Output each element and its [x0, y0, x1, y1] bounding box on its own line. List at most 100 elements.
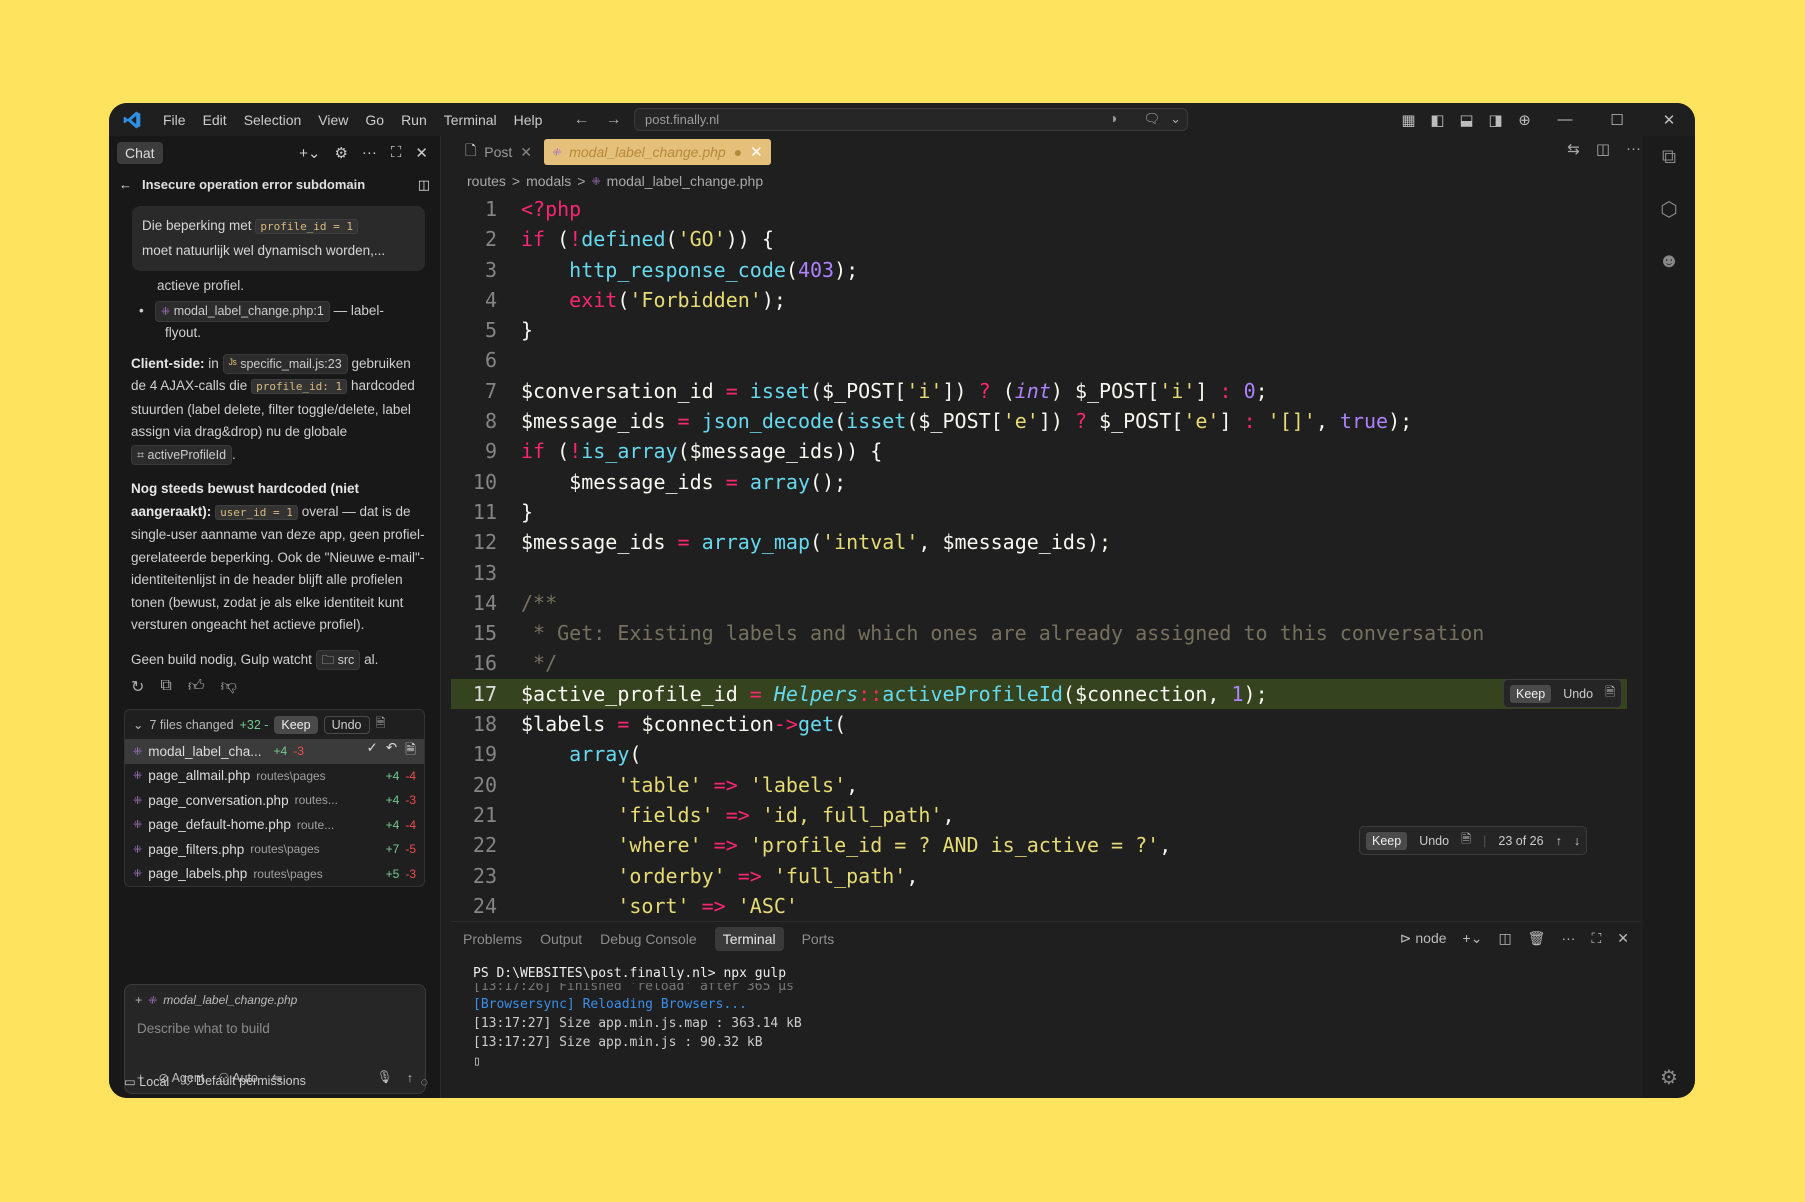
agent-icon[interactable]: ☻: [1658, 250, 1679, 273]
diff-icon[interactable]: 🗎: [1461, 830, 1471, 851]
close-chat-icon[interactable]: ✕: [415, 144, 428, 162]
file-row[interactable]: ⁜ page_conversation.php routes... +4 -3: [125, 788, 424, 813]
breadcrumb-item[interactable]: modals: [526, 173, 571, 189]
window-controls: ▦ ◧ ⬓ ◨ ⊕ — ☐ ✕: [1394, 103, 1695, 136]
globe-icon[interactable]: ⊕: [1510, 111, 1539, 129]
file-row[interactable]: ⁜ page_labels.php routes\pages +5 -3: [125, 862, 424, 887]
tab-post[interactable]: 🗋 Post ✕: [457, 139, 540, 165]
message-actions: ↻ ⧉ 👍︎ 👎︎: [109, 671, 440, 703]
undo-icon[interactable]: ↶: [386, 740, 397, 763]
back-icon[interactable]: ←: [119, 177, 132, 192]
next-change-icon[interactable]: ↓: [1574, 834, 1580, 848]
js-file-reference[interactable]: ᴶˢ specific_mail.js:23: [222, 353, 348, 374]
close-tab-icon[interactable]: ✕: [750, 143, 763, 161]
folder-reference[interactable]: 🗀 src: [315, 649, 361, 670]
back-arrow-icon[interactable]: ←: [573, 111, 589, 129]
chat-tab[interactable]: Chat: [117, 141, 163, 164]
thumbs-up-icon[interactable]: 👍︎: [188, 677, 205, 697]
maximize-panel-icon[interactable]: ⛶: [1591, 930, 1601, 947]
close-panel-icon[interactable]: ✕: [1617, 930, 1629, 947]
chat-toggle-icon[interactable]: 🗨: [1144, 111, 1161, 127]
minimize-icon[interactable]: —: [1539, 111, 1591, 128]
breadcrumb-item[interactable]: routes: [467, 173, 506, 189]
layout-customize-icon[interactable]: ▦: [1394, 111, 1423, 129]
tab-output[interactable]: Output: [540, 931, 582, 947]
manage-gear-icon[interactable]: ⚙: [1660, 1065, 1678, 1090]
menu-edit[interactable]: Edit: [203, 112, 227, 128]
tab-ports[interactable]: Ports: [802, 931, 835, 947]
chat-header: Chat +⌄ ⚙ ··· ⛶ ✕: [109, 136, 440, 169]
menu-run[interactable]: Run: [401, 112, 427, 128]
keep-change-button[interactable]: Keep: [1510, 684, 1552, 703]
file-row[interactable]: ⁜ page_filters.php routes\pages +7 -5: [125, 837, 424, 862]
more-icon[interactable]: ···: [362, 144, 377, 162]
prev-change-icon[interactable]: ↑: [1556, 834, 1562, 848]
new-terminal-icon[interactable]: +⌄: [1463, 930, 1483, 947]
breadcrumb-item[interactable]: modal_label_change.php: [607, 173, 763, 189]
check-icon[interactable]: ✓: [367, 740, 378, 763]
collapse-chevron-icon[interactable]: ⌄: [133, 717, 143, 732]
tab-terminal[interactable]: Terminal: [714, 927, 784, 951]
menu-view[interactable]: View: [318, 112, 348, 128]
toggle-panel-icon[interactable]: ⬓: [1452, 111, 1481, 129]
trash-icon[interactable]: 🗑︎: [1528, 930, 1546, 947]
undo-file-button[interactable]: Undo: [1419, 834, 1449, 848]
permissions-toggle[interactable]: ⛉ Default permissions: [183, 1074, 306, 1089]
tab-debug-console[interactable]: Debug Console: [600, 931, 697, 947]
editor-more-icon[interactable]: ···: [1626, 140, 1641, 158]
diff-icon[interactable]: 🗎: [376, 714, 386, 735]
menu-help[interactable]: Help: [514, 112, 543, 128]
undo-all-button[interactable]: Undo: [323, 715, 370, 734]
file-row[interactable]: ⁜ page_allmail.php routes\pages +4 -4: [125, 764, 424, 789]
command-center[interactable]: post.finally.nl 🗨 ⌄: [634, 108, 1188, 131]
forward-arrow-icon[interactable]: →: [605, 111, 621, 129]
copilot-icon[interactable]: ◑: [1109, 110, 1117, 126]
compare-icon[interactable]: ⇆: [1567, 140, 1580, 158]
keep-file-button[interactable]: Keep: [1366, 831, 1408, 850]
terminal-output[interactable]: PS D:\WEBSITES\post.finally.nl> npx gulp…: [451, 956, 1641, 1079]
code-view[interactable]: 1 <?php 2 if (!defined('GO')) { 3 http_res…: [451, 194, 1641, 921]
undo-change-button[interactable]: Undo: [1563, 687, 1593, 701]
split-terminal-icon[interactable]: ◫: [1498, 930, 1511, 947]
menu-go[interactable]: Go: [365, 112, 384, 128]
toggle-primary-sidebar-icon[interactable]: ◧: [1423, 111, 1452, 129]
breadcrumb: routes > modals > ⁜ modal_label_change.php: [467, 173, 764, 189]
copy-icon[interactable]: ⧉: [160, 677, 171, 697]
file-row[interactable]: ⁜ page_default-home.php route... +4 -4: [125, 813, 424, 838]
keep-all-button[interactable]: Keep: [274, 715, 318, 734]
new-chat-icon[interactable]: +⌄: [299, 144, 320, 162]
menu-terminal[interactable]: Terminal: [444, 112, 497, 128]
scrollbar[interactable]: [1627, 194, 1641, 921]
extensions-icon[interactable]: ⬡: [1660, 197, 1677, 222]
maximize-icon[interactable]: ☐: [1591, 111, 1643, 129]
file-reference[interactable]: ⁜ modal_label_change.php:1: [154, 300, 330, 322]
add-context-icon[interactable]: +: [135, 993, 142, 1007]
close-tab-icon[interactable]: ✕: [520, 144, 532, 161]
explorer-icon[interactable]: ⧉: [1662, 146, 1676, 169]
panel-more-icon[interactable]: ···: [1561, 930, 1575, 947]
menu-file[interactable]: File: [163, 112, 186, 128]
assistant-message: actieve profiel. • ⁜ modal_label_change.…: [109, 275, 440, 671]
open-diff-icon[interactable]: 🗎: [405, 740, 416, 763]
menu-bar: File Edit Selection View Go Run Terminal Help: [163, 112, 559, 128]
thread-panel-icon[interactable]: ◫: [418, 177, 430, 193]
menu-selection[interactable]: Selection: [244, 112, 302, 128]
tab-problems[interactable]: Problems: [463, 931, 522, 947]
symbol-reference[interactable]: ⌗ activeProfileId: [131, 444, 233, 465]
thumbs-down-icon[interactable]: 👎︎: [221, 677, 237, 697]
chevron-down-icon[interactable]: ⌄: [1170, 111, 1181, 127]
settings-icon[interactable]: ⚙: [334, 144, 347, 162]
split-editor-icon[interactable]: ◫: [1596, 140, 1610, 158]
tab-modal-label-change[interactable]: ⁜ modal_label_change.php ● ✕: [544, 139, 771, 165]
local-toggle[interactable]: ▭ Local: [124, 1074, 169, 1089]
attachment-chip[interactable]: + ⁜ modal_label_change.php: [135, 993, 297, 1007]
diff-icon[interactable]: 🗎: [1605, 683, 1615, 704]
retry-icon[interactable]: ↻: [131, 677, 144, 697]
attachment-name: modal_label_change.php: [163, 993, 298, 1007]
toggle-secondary-sidebar-icon[interactable]: ◨: [1481, 111, 1510, 129]
file-row[interactable]: ⁜ modal_label_cha... +4 -3 ✓ ↶ 🗎: [125, 739, 424, 764]
close-window-icon[interactable]: ✕: [1643, 111, 1695, 129]
maximize-chat-icon[interactable]: ⛶: [391, 144, 402, 162]
chat-input[interactable]: Describe what to build: [137, 1021, 413, 1036]
terminal-selector[interactable]: ⊳ node: [1400, 930, 1447, 947]
